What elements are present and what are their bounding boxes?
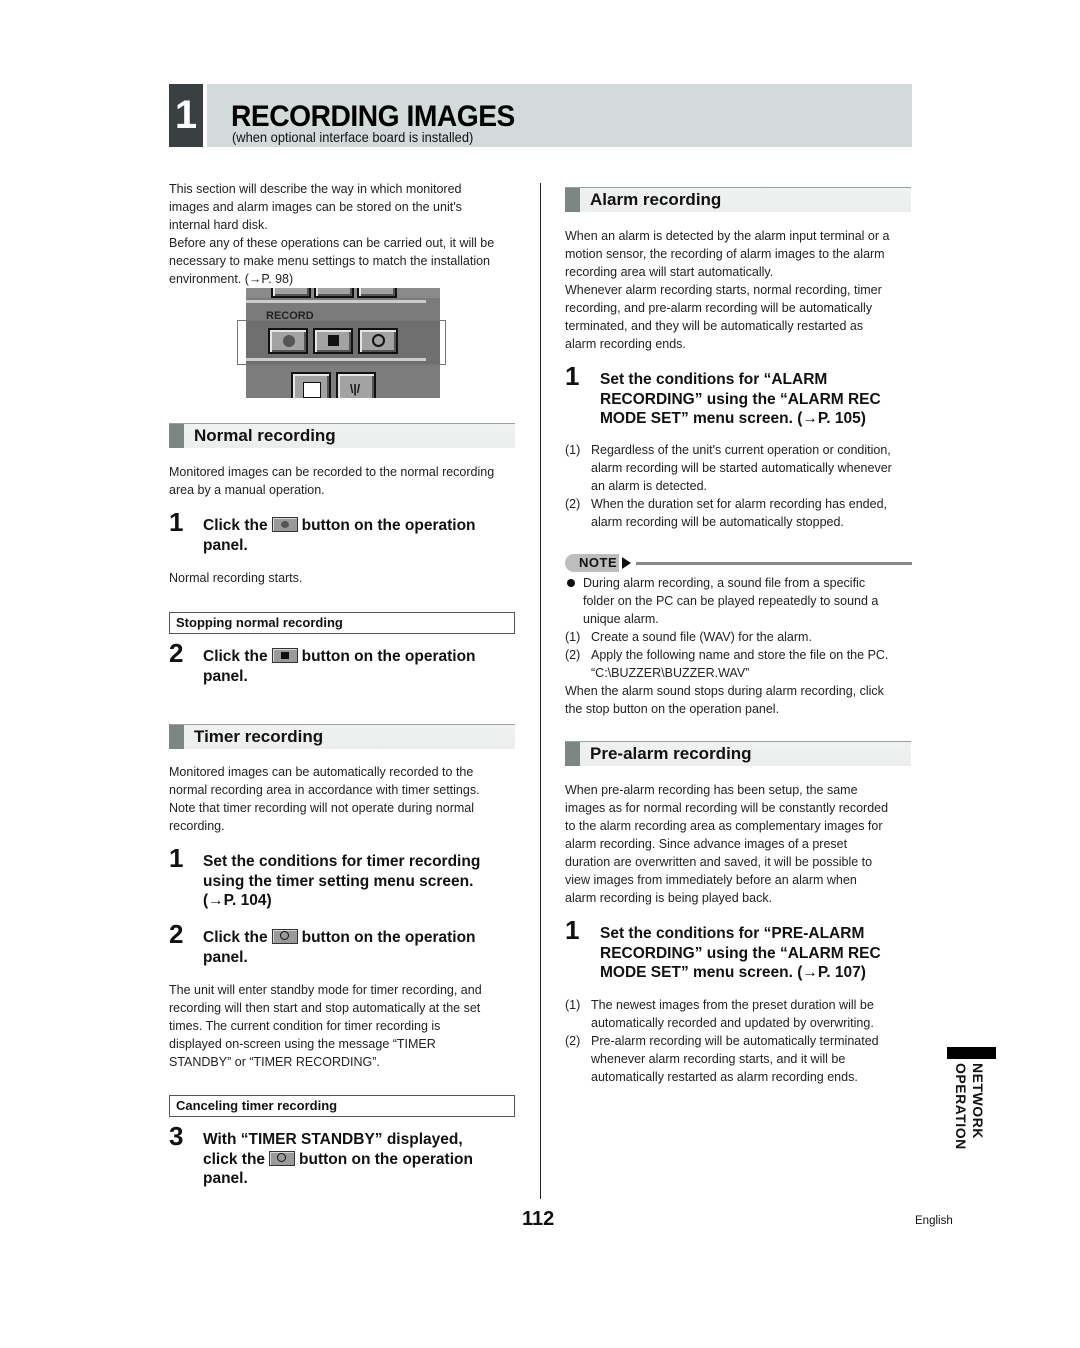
heading-text: Timer recording [194,727,324,746]
note-label: NOTE [579,555,618,570]
normal-recording-description: Monitored images can be recorded to the … [169,463,515,499]
text-line: terminated, and they will be automatical… [565,319,864,333]
stop-icon [271,648,298,663]
timer-icon [271,929,298,944]
text-line: recording, and pre-alarm recording will … [565,301,873,315]
text-line: This section will describe the way in wh… [169,182,462,196]
alarm-recording-list: (1) Regardless of the unit's current ope… [565,443,892,529]
timer-icon [269,1150,296,1166]
chapter-subtitle: (when optional interface board is instal… [232,129,474,145]
text-line: times. The current condition for timer r… [169,1019,441,1033]
side-tab-label: NETWORK OPERATION [953,1063,986,1150]
text-line: area by a manual operation. [169,483,325,497]
note-bullet-text: During alarm recording, a sound file fro… [583,576,879,626]
text-line: Monitored images can be recorded to the … [169,465,495,479]
text-line: environment. (→P. 98) [169,272,294,286]
text-line: view images from immediately before an a… [565,873,857,887]
step-instruction: Set the conditions for “ALARM RECORDING”… [600,371,881,427]
section-heading-alarm-recording: Alarm recording [565,187,911,212]
note-rule [636,562,912,565]
text-line: STANDBY” or “TIMER RECORDING”. [169,1055,380,1069]
step-instruction: Set the conditions for timer recording u… [203,853,481,909]
timer-recording-explanation: The unit will enter standby mode for tim… [169,981,515,1071]
note-badge: NOTE [565,554,619,572]
subsection-box: Stopping normal recording [169,612,515,634]
subsection-title: Stopping normal recording [176,615,343,630]
text-line: images and alarm images can be stored on… [169,200,462,214]
step-number: 1 [565,361,580,391]
highlight-frame [237,320,446,365]
text-line: Whenever alarm recording starts, normal … [565,283,882,297]
step-instruction: Click the button on the operation panel. [203,648,476,685]
text-line: alarm recording ends. [565,337,686,351]
step-instruction: Set the conditions for “PRE-ALARM RECORD… [600,925,881,981]
text-line: necessary to make menu settings to match… [169,254,490,268]
record-label: RECORD [266,310,314,319]
intro-paragraph: This section will describe the way in wh… [169,180,515,288]
step-number: 3 [169,1121,184,1151]
column-divider [540,183,541,1199]
timer-recording-description: Monitored images can be automatically re… [169,763,515,835]
text-line: When pre-alarm recording has been setup,… [565,783,858,797]
text-line: alarm recording is being played back. [565,891,773,905]
chapter-number: 1 [169,84,203,147]
heading-text: Normal recording [194,426,336,445]
alarm-icon: \|/ [350,382,361,396]
step-number: 2 [169,919,184,949]
note-arrow-icon [622,557,631,569]
alarm-recording-description: When an alarm is detected by the alarm i… [565,227,911,353]
step-number: 1 [565,915,580,945]
section-heading-prealarm-recording: Pre-alarm recording [565,741,911,766]
heading-text: Pre-alarm recording [590,744,752,763]
section-heading-normal-recording: Normal recording [169,423,515,448]
step-instruction: With “TIMER STANDBY” displayed, click th… [203,1131,473,1187]
text-line: Monitored images can be automatically re… [169,765,474,779]
alarm-button[interactable]: \|/ [336,372,376,398]
text-line: The unit will enter standby mode for tim… [169,983,482,997]
step-instruction: Click the button on the operation panel. [203,517,476,554]
text-line: to the alarm recording area as complemen… [565,819,883,833]
list-icon [303,382,321,398]
text-line: normal recording area in accordance with… [169,783,480,797]
language-label: English [915,1215,953,1227]
normal-recording-result: Normal recording starts. [169,571,303,585]
subsection-title: Canceling timer recording [176,1098,338,1113]
step-number: 2 [169,638,184,668]
text-line: recording. [169,819,225,833]
text-line: duration are overwritten and saved, it w… [565,855,873,869]
text-line: images as for normal recording will be c… [565,801,889,815]
list-button[interactable] [291,372,331,398]
prealarm-recording-description: When pre-alarm recording has been setup,… [565,781,911,907]
step-number: 1 [169,843,184,873]
text-line: When an alarm is detected by the alarm i… [565,229,890,243]
subsection-box: Canceling timer recording [169,1095,515,1117]
heading-text: Alarm recording [590,190,722,209]
text-line: Note that timer recording will not opera… [169,801,475,815]
text-line: internal hard disk. [169,218,268,232]
note-content: During alarm recording, a sound file fro… [565,574,911,724]
section-heading-timer-recording: Timer recording [169,724,515,749]
note-after-text: When the alarm sound stops during alarm … [565,684,884,716]
text-line: motion sensor, the recording of alarm im… [565,247,885,261]
text-line: displayed on-screen using the message “T… [169,1037,436,1051]
text-line: alarm recording. Since advance images of… [565,837,848,851]
step-instruction: Click the button on the operation panel. [203,929,476,966]
step-number: 1 [169,507,184,537]
prealarm-recording-list: (1) The newest images from the preset du… [565,998,879,1084]
text-line: recording will then start and stop autom… [169,1001,481,1015]
bullet-icon [567,579,575,587]
text-line: recording area will start automatically. [565,265,774,279]
side-tab-marker [947,1047,996,1059]
text-line: Before any of these operations can be ca… [169,236,495,250]
page-number: 112 [522,1208,555,1230]
record-icon [271,517,298,532]
